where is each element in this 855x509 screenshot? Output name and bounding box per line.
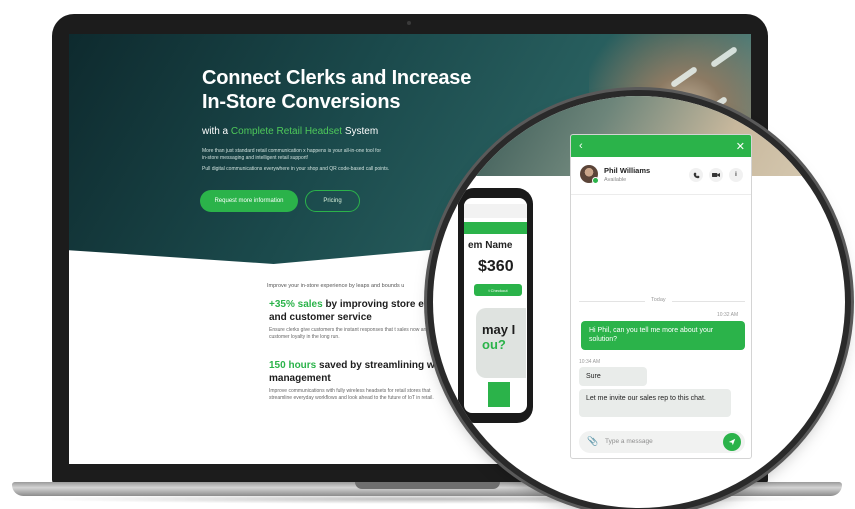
back-icon[interactable]: ‹ bbox=[579, 140, 583, 152]
day-separator: Today bbox=[579, 297, 745, 305]
contact-name: Phil Williams bbox=[604, 166, 651, 175]
outgoing-timestamp: 10:32 AM bbox=[717, 312, 739, 318]
message-input[interactable]: 📎 Type a message bbox=[579, 431, 745, 453]
laptop-chat-promo: Connect Clerks and Increase In-Store Con… bbox=[0, 0, 855, 509]
magnifier-lens: em Name $360 t Checkout may I ou? ‹ ✕ Ph… bbox=[433, 96, 845, 508]
phone-browser-bar bbox=[464, 204, 527, 218]
feature-body: Ensure clerks give customers the instant… bbox=[269, 327, 430, 340]
feature-body: Improve communications with fully wirele… bbox=[269, 388, 434, 401]
feature-stat: 150 hours bbox=[269, 360, 317, 371]
feature-title: saved by streamlining workfl bbox=[316, 360, 457, 371]
phone-icon[interactable] bbox=[689, 168, 703, 182]
chat-contact-header: Phil Williams Available i bbox=[571, 157, 751, 195]
incoming-timestamp: 10:34 AM bbox=[579, 359, 601, 365]
paperclip-icon[interactable]: 📎 bbox=[587, 436, 598, 447]
day-label: Today bbox=[645, 297, 672, 303]
contact-status: Available bbox=[604, 177, 627, 183]
chat-topbar: ‹ ✕ bbox=[571, 135, 751, 157]
hero-subtitle-prefix: with a bbox=[202, 126, 229, 137]
incoming-message: Sure bbox=[579, 367, 647, 386]
send-icon bbox=[728, 438, 736, 446]
hero-subtitle: with a Complete Retail Headset System bbox=[202, 126, 378, 137]
incoming-message: Let me invite our sales rep to this chat… bbox=[579, 389, 731, 417]
request-info-button[interactable]: Request more information bbox=[200, 190, 298, 212]
phone-promo-line: may I bbox=[482, 322, 516, 337]
hero-subtitle-accent: Complete Retail Headset bbox=[230, 126, 343, 137]
chat-widget: ‹ ✕ Phil Williams Available i Today 10:3 bbox=[570, 134, 752, 459]
phone-nav-bar bbox=[464, 222, 527, 234]
send-button[interactable] bbox=[723, 433, 741, 451]
laptop-notch bbox=[355, 482, 500, 489]
feature-title: by improving store effici bbox=[322, 299, 442, 310]
hero-text-line: More than just standard retail communica… bbox=[202, 148, 381, 154]
feature-stat: +35% sales bbox=[269, 299, 323, 310]
hero-text-line: Pull digital communications everywhere i… bbox=[202, 166, 390, 172]
hero-text-line: in-store messaging and intelligent retai… bbox=[202, 155, 309, 161]
magnified-phone-screen: em Name $360 t Checkout may I ou? bbox=[464, 198, 527, 413]
pricing-button[interactable]: Pricing bbox=[305, 190, 360, 212]
phone-promo-line: ou? bbox=[482, 337, 506, 352]
phone-chat-launcher[interactable] bbox=[488, 382, 510, 407]
laptop-camera bbox=[407, 21, 411, 25]
phone-product-price: $360 bbox=[478, 258, 514, 275]
phone-product-name: em Name bbox=[468, 240, 513, 251]
hero-subtitle-suffix: System bbox=[344, 126, 379, 137]
message-placeholder: Type a message bbox=[605, 438, 653, 445]
features-intro: Improve your in-store experience by leap… bbox=[267, 283, 405, 289]
info-icon[interactable]: i bbox=[729, 168, 743, 182]
online-status-icon bbox=[592, 177, 599, 184]
outgoing-message: Hi Phil, can you tell me more about your… bbox=[581, 321, 745, 350]
phone-chat-promo-text: may I ou? bbox=[482, 322, 522, 352]
phone-checkout-button[interactable]: t Checkout bbox=[474, 284, 522, 296]
video-icon[interactable] bbox=[709, 168, 723, 182]
close-icon[interactable]: ✕ bbox=[736, 140, 745, 153]
